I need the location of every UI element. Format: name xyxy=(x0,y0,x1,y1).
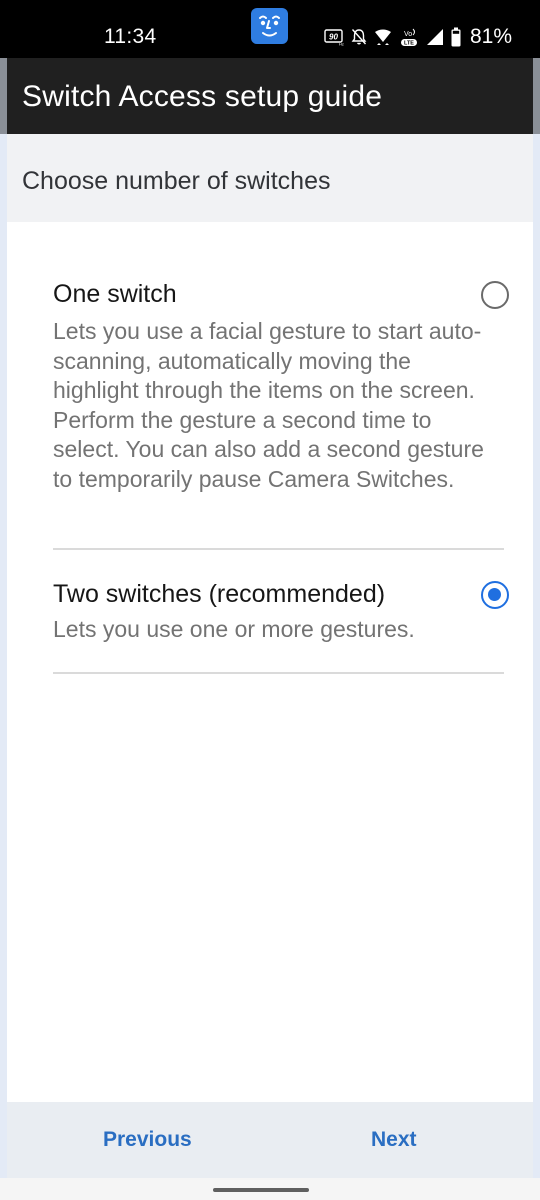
option-description: Lets you use one or more gestures. xyxy=(53,616,415,642)
svg-text:Vo: Vo xyxy=(404,31,412,38)
option-title: Two switches (recommended) xyxy=(53,580,386,608)
battery-percent: 81% xyxy=(469,25,512,48)
notifications-off-icon xyxy=(351,28,367,46)
window-frame-left xyxy=(0,58,7,1102)
app-bar: Switch Access setup guide xyxy=(7,58,533,134)
section-title: Choose number of switches xyxy=(22,167,331,195)
home-gesture-handle[interactable] xyxy=(213,1188,309,1192)
face-gesture-icon xyxy=(251,8,288,44)
status-icons: 90 Hz Vo LTE 81% xyxy=(324,24,512,50)
status-time: 11:34 xyxy=(104,25,157,48)
volte-lte-icon: Vo LTE xyxy=(399,27,419,47)
option-title: One switch xyxy=(53,280,177,308)
section-header: Choose number of switches xyxy=(7,134,533,222)
wifi-icon xyxy=(374,28,392,46)
next-button[interactable]: Next xyxy=(371,1128,417,1152)
svg-text:LTE: LTE xyxy=(404,41,414,47)
cell-signal-icon xyxy=(426,28,444,46)
divider xyxy=(53,548,504,550)
option-two-switches[interactable]: Two switches (recommended) Lets you use … xyxy=(53,579,503,645)
radio-two-switches[interactable] xyxy=(481,581,509,609)
status-bar: 11:34 90 Hz Vo LTE 81% xyxy=(0,0,540,58)
gesture-navigation-bar xyxy=(0,1178,540,1200)
switch-options-list: One switch Lets you use a facial gesture… xyxy=(7,222,533,1102)
refresh-rate-90hz-icon: 90 Hz xyxy=(324,28,344,46)
divider xyxy=(53,672,504,674)
previous-button[interactable]: Previous xyxy=(103,1128,192,1152)
svg-text:Hz: Hz xyxy=(339,42,344,47)
option-description: Lets you use a facial gesture to start a… xyxy=(53,318,484,492)
radio-one-switch[interactable] xyxy=(481,281,509,309)
svg-text:90: 90 xyxy=(329,33,338,42)
option-one-switch[interactable]: One switch Lets you use a facial gesture… xyxy=(53,279,503,494)
bottom-button-bar: Previous Next xyxy=(7,1102,533,1178)
window-frame-right xyxy=(533,58,540,1102)
battery-icon xyxy=(451,27,461,47)
app-title: Switch Access setup guide xyxy=(22,80,383,113)
